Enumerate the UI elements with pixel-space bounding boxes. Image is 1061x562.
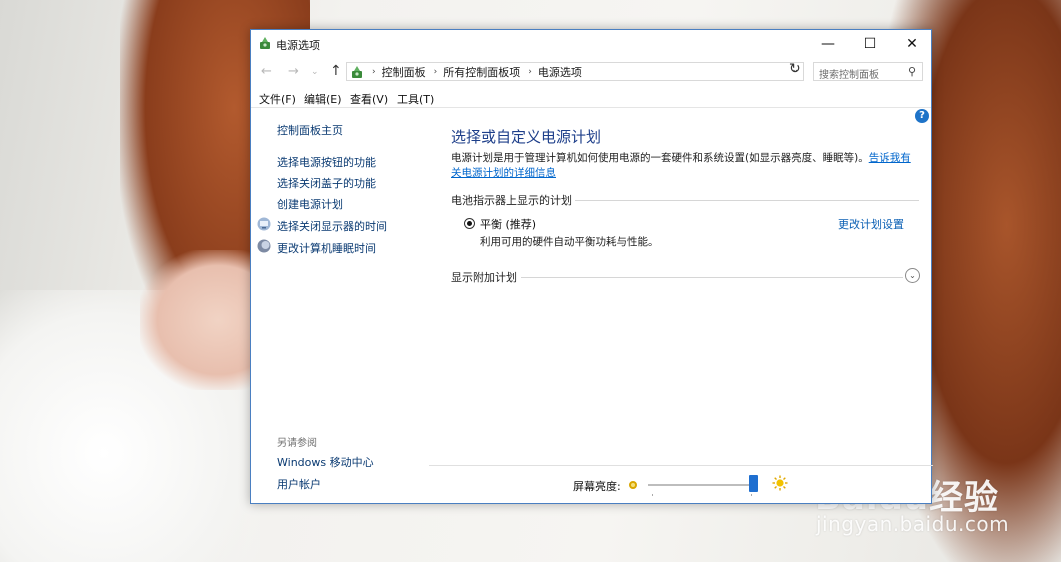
address-bar[interactable]: › 控制面板 › 所有控制面板项 › 电源选项 ⌄ (346, 62, 804, 81)
section-divider (521, 277, 903, 278)
control-panel-icon (352, 65, 362, 78)
watermark-url: jingyan.baidu.com (816, 512, 1010, 536)
chevron-right-icon: › (372, 66, 376, 77)
power-options-icon (260, 37, 270, 49)
close-button[interactable]: ✕ (891, 30, 933, 58)
help-icon[interactable]: ? (915, 109, 929, 123)
plan-balanced-radio[interactable] (464, 218, 475, 229)
power-options-window: 电源选项 — ☐ ✕ ← → ⌄ ↑ › 控制面板 › 所有控制面板项 › 电源… (250, 29, 933, 505)
content-area: ? 控制面板主页 选择电源按钮的功能 选择关闭盖子的功能 创建电源计划 选择关闭… (251, 107, 933, 505)
additional-plans-header[interactable]: 显示附加计划 (451, 269, 903, 284)
brightness-slider-thumb[interactable] (749, 475, 758, 492)
sidebar-item-create-plan[interactable]: 创建电源计划 (277, 196, 343, 212)
expand-chevron-icon[interactable]: ⌄ (905, 268, 920, 283)
search-input[interactable]: 搜索控制面板 ⚲ (813, 62, 923, 81)
sidebar-item-sleep-time[interactable]: 更改计算机睡眠时间 (277, 240, 376, 256)
minimize-button[interactable]: — (807, 30, 849, 58)
window-title: 电源选项 (276, 39, 320, 52)
brightness-high-icon (772, 475, 788, 491)
battery-section-title: 电池指示器上显示的计划 (451, 194, 572, 207)
sidebar-item-power-button[interactable]: 选择电源按钮的功能 (277, 154, 376, 170)
back-arrow-icon[interactable]: ← (261, 64, 272, 79)
sidebar-item-display-off[interactable]: 选择关闭显示器的时间 (277, 218, 387, 234)
description-text: 电源计划是用于管理计算机如何使用电源的一套硬件和系统设置(如显示器亮度、睡眠等)… (451, 152, 869, 164)
up-arrow-icon[interactable]: ↑ (330, 63, 342, 79)
page-title: 选择或自定义电源计划 (451, 128, 602, 146)
sidebar-home-link[interactable]: 控制面板主页 (277, 122, 343, 138)
page-description: 电源计划是用于管理计算机如何使用电源的一套硬件和系统设置(如显示器亮度、睡眠等)… (451, 151, 921, 181)
section-divider (575, 200, 919, 201)
sidebar-item-close-lid[interactable]: 选择关闭盖子的功能 (277, 175, 376, 191)
breadcrumb-power-options[interactable]: 电源选项 (538, 64, 582, 80)
search-icon[interactable]: ⚲ (908, 65, 916, 78)
menu-view[interactable]: 查看(V) (350, 91, 388, 107)
breadcrumb-control-panel[interactable]: 控制面板 (382, 64, 426, 80)
breadcrumb-all-items[interactable]: 所有控制面板项 (443, 64, 520, 80)
refresh-icon[interactable]: ↻ (789, 61, 801, 77)
chevron-right-icon[interactable]: › (528, 67, 532, 77)
menu-edit[interactable]: 编辑(E) (304, 91, 342, 107)
navigation-bar: ← → ⌄ ↑ › 控制面板 › 所有控制面板项 › 电源选项 ⌄ ↻ 搜索控制… (251, 59, 931, 85)
see-also-mobility-center[interactable]: Windows 移动中心 (277, 454, 374, 470)
forward-arrow-icon[interactable]: → (288, 64, 299, 79)
see-also-title: 另请参阅 (277, 438, 317, 449)
brightness-slider-track[interactable] (648, 484, 758, 486)
change-plan-settings-link[interactable]: 更改计划设置 (838, 216, 904, 232)
additional-plans-title[interactable]: 显示附加计划 (451, 271, 517, 284)
monitor-shield-icon (257, 217, 271, 231)
maximize-button[interactable]: ☐ (849, 30, 891, 58)
menu-bar: 文件(F) 编辑(E) 查看(V) 工具(T) (251, 87, 931, 107)
plan-balanced-description: 利用可用的硬件自动平衡功耗与性能。 (480, 236, 659, 248)
brightness-slider-ticks (652, 494, 752, 496)
chevron-right-icon[interactable]: › (434, 67, 438, 77)
recent-locations-icon[interactable]: ⌄ (311, 67, 319, 77)
menu-file[interactable]: 文件(F) (259, 91, 296, 107)
see-also-user-accounts[interactable]: 用户帐户 (277, 476, 321, 492)
plan-balanced-label[interactable]: 平衡 (推荐) (480, 216, 536, 232)
bottom-divider (429, 465, 933, 466)
brightness-label: 屏幕亮度: (573, 480, 621, 493)
search-placeholder: 搜索控制面板 (819, 70, 879, 81)
brightness-slider-fill (648, 484, 758, 486)
menu-tools[interactable]: 工具(T) (397, 91, 434, 107)
brightness-low-icon (629, 481, 637, 489)
title-bar[interactable]: 电源选项 — ☐ ✕ (251, 30, 931, 58)
moon-sleep-icon (257, 239, 271, 253)
battery-section-header: 电池指示器上显示的计划 (451, 192, 919, 207)
